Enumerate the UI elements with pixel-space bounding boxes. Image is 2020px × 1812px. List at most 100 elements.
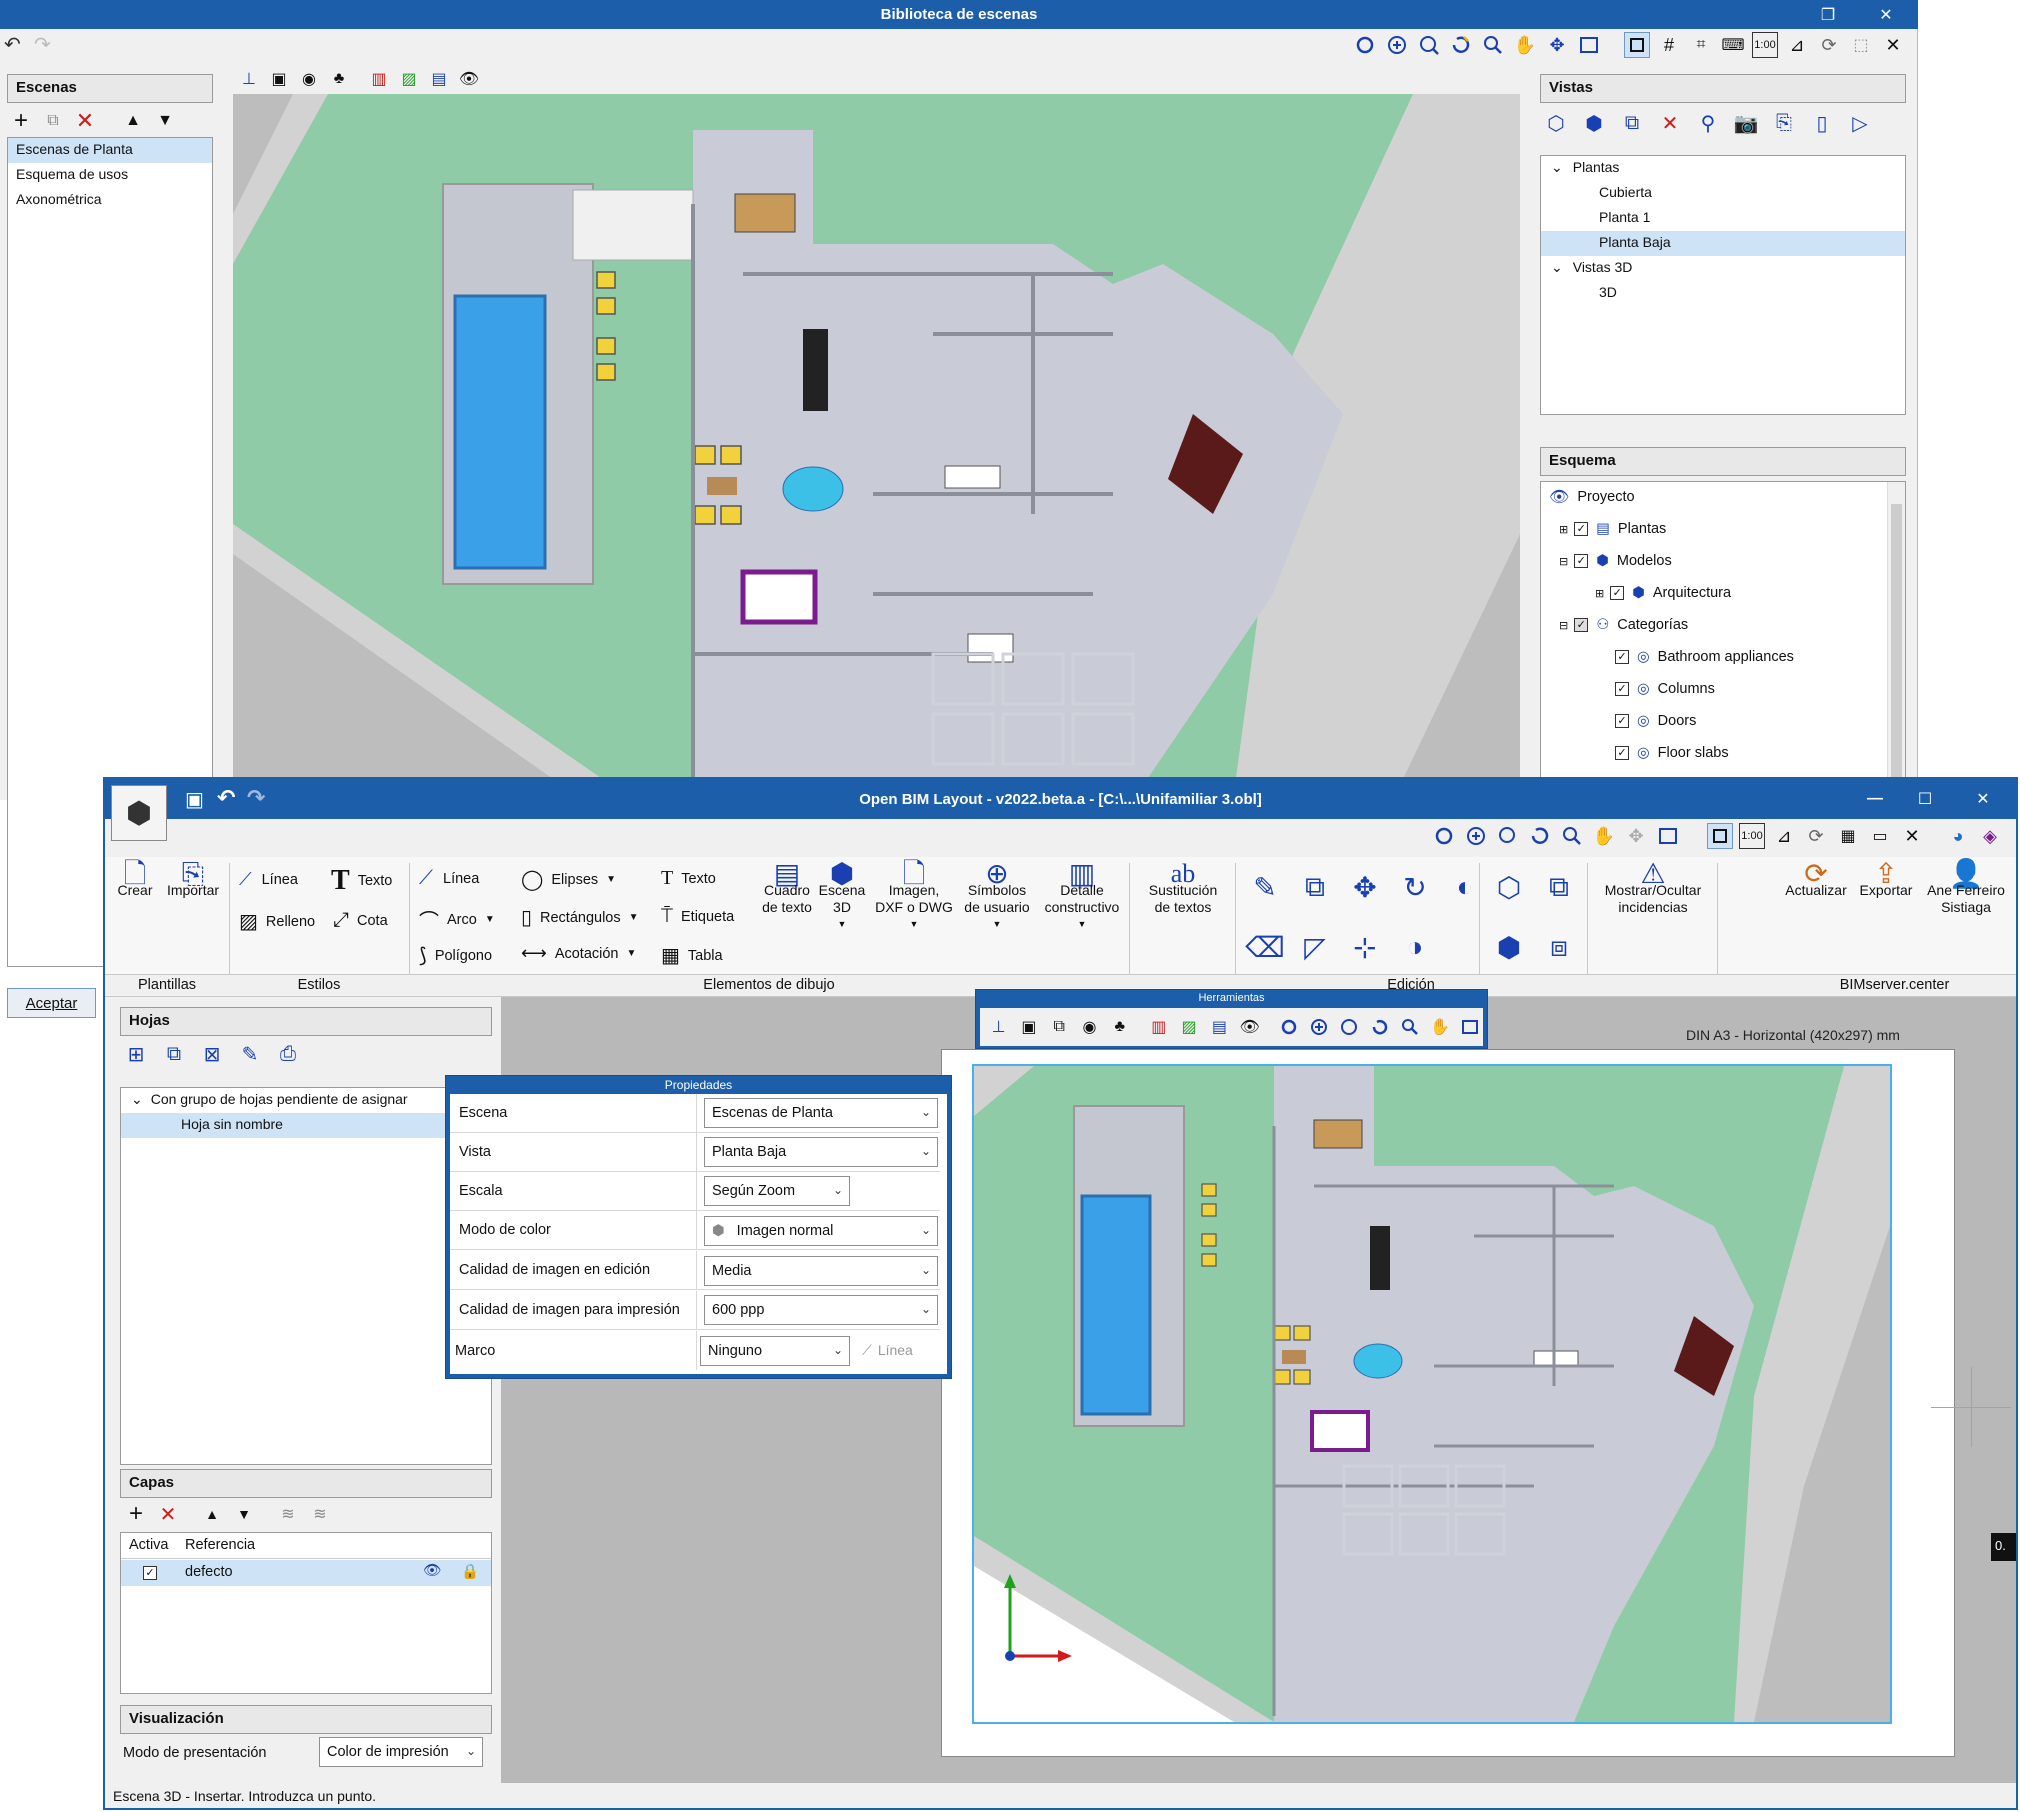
escena-select[interactable]: Escenas de Planta ⌄ xyxy=(704,1098,938,1128)
schema-root[interactable]: 👁 Proyecto xyxy=(1549,485,1635,509)
cube-view-icon[interactable]: ▣ xyxy=(266,66,292,92)
globe-icon[interactable]: ◕ xyxy=(1945,823,1971,849)
zoom-all-icon[interactable] xyxy=(1463,823,1489,849)
sheet-group[interactable]: ⌄ Con grupo de hojas pendiente de asignar xyxy=(121,1088,491,1113)
actualizar-button[interactable]: ⟳ Actualizar xyxy=(1781,860,1851,899)
escena-3d-button[interactable]: ⬢ Escena 3D ▼ xyxy=(817,860,867,933)
move-points-icon[interactable]: ⊹ xyxy=(1345,927,1385,967)
tools-icon[interactable]: ✕ xyxy=(1899,823,1925,849)
pan-hand-icon[interactable]: ✋ xyxy=(1512,32,1538,58)
scale-icon[interactable]: 1:00 xyxy=(1739,823,1765,849)
delete-sheet-icon[interactable]: ⊠ xyxy=(199,1041,225,1067)
angle-icon[interactable]: ⊿ xyxy=(1784,32,1810,58)
send-back-icon[interactable]: ⧈ xyxy=(1539,927,1579,967)
section-green-icon[interactable]: ▨ xyxy=(1176,1014,1201,1040)
eye-hide-icon[interactable]: 👁 xyxy=(1237,1014,1262,1040)
undo-icon[interactable]: ↶ xyxy=(4,32,21,57)
tree-node-3d[interactable]: 3D xyxy=(1541,281,1905,306)
tree-node-planta-1[interactable]: Planta 1 xyxy=(1541,206,1905,231)
rotate-icon[interactable]: ⟳ xyxy=(1816,32,1842,58)
duplicate-scene-icon[interactable]: ⧉ xyxy=(40,108,66,134)
copy-view-icon[interactable]: ⧉ xyxy=(1619,110,1645,136)
marco-select[interactable]: Ninguno ⌄ xyxy=(700,1336,850,1366)
schema-item-category[interactable]: ✓ ◎ Bathroom appliances xyxy=(1615,645,1794,669)
schema-item-plantas[interactable]: ⊞ ✓ ▤ Plantas xyxy=(1559,517,1666,541)
orbit-icon[interactable] xyxy=(1276,1014,1301,1040)
draw-texto-button[interactable]: T Texto xyxy=(661,867,716,890)
eraser-icon[interactable]: ⌫ xyxy=(1245,927,1285,967)
checkbox[interactable]: ✓ xyxy=(1574,522,1589,536)
schema-item-categorias[interactable]: ⊟ ✓ ⚇ Categorías xyxy=(1559,613,1688,637)
calendar-icon[interactable]: ▦ xyxy=(1835,823,1861,849)
style-relleno-button[interactable]: ▨ Relleno xyxy=(239,909,315,934)
fit-view-icon[interactable] xyxy=(1458,1014,1483,1040)
add-scene-icon[interactable]: + xyxy=(8,107,34,134)
new-view-icon[interactable]: ⬡ xyxy=(1543,110,1569,136)
pan-hand-icon[interactable]: ✋ xyxy=(1428,1014,1453,1040)
camera-person-icon[interactable]: ⚲ xyxy=(1695,110,1721,136)
redo-icon[interactable]: ↷ xyxy=(34,32,51,57)
frame-icon[interactable] xyxy=(1624,32,1650,58)
print-icon[interactable]: ⎙ xyxy=(275,1041,301,1067)
zoom-all-icon[interactable] xyxy=(1384,32,1410,58)
checkbox[interactable]: ✓ xyxy=(1615,746,1629,760)
draw-elipses-button[interactable]: ◯ Elipses ▼ xyxy=(521,867,616,892)
select-box-icon[interactable]: ⬚ xyxy=(1848,32,1874,58)
fit-view-icon[interactable] xyxy=(1576,32,1602,58)
keyboard-icon[interactable]: ⌨ xyxy=(1720,32,1746,58)
calidad-impresion-select[interactable]: 600 ppp ⌄ xyxy=(704,1295,938,1325)
schema-item-category[interactable]: ✓ ◎ Doors xyxy=(1615,709,1696,733)
draw-poligono-button[interactable]: ⟆ Polígono xyxy=(419,943,492,968)
draw-acotacion-button[interactable]: ⟷ Acotación ▼ xyxy=(521,943,636,964)
draw-tabla-button[interactable]: ▦ Tabla xyxy=(661,943,723,968)
comment-icon[interactable]: ▭ xyxy=(1867,823,1893,849)
section-green-icon[interactable]: ▨ xyxy=(396,66,422,92)
table-row[interactable]: ✓ defecto 👁 🔒 xyxy=(121,1560,491,1586)
snap-icon[interactable]: ⌗ xyxy=(1688,32,1714,58)
schema-item-arquitectura[interactable]: ⊞ ✓ ⬢ Arquitectura xyxy=(1595,581,1731,605)
crear-button[interactable]: 🗋 Crear xyxy=(113,860,157,899)
axes-icon[interactable]: ⊥ xyxy=(986,1014,1011,1040)
edit-sheet-icon[interactable]: ✎ xyxy=(237,1041,263,1067)
minimize-icon[interactable]: — xyxy=(1855,779,1895,819)
schema-item-modelos[interactable]: ⊟ ✓ ⬢ Modelos xyxy=(1559,549,1672,573)
scene-viewport[interactable] xyxy=(233,94,1520,800)
app-logo-icon[interactable]: ⬢ xyxy=(111,785,167,841)
section-blue-icon[interactable]: ▤ xyxy=(426,66,452,92)
book-play-icon[interactable]: ▷ xyxy=(1847,110,1873,136)
photo-icon[interactable]: 📷 xyxy=(1733,110,1759,136)
add-layer-icon[interactable]: + xyxy=(123,1500,149,1527)
zoom-icon[interactable] xyxy=(1559,823,1585,849)
bring-front-icon[interactable]: ⧉ xyxy=(1539,867,1579,907)
rotate-icon[interactable]: ↻ xyxy=(1395,867,1435,907)
stretch-icon[interactable]: ◸ xyxy=(1295,927,1335,967)
bimserver-icon[interactable]: ◈ xyxy=(1977,823,2003,849)
group-icon[interactable]: ⬡ xyxy=(1489,867,1529,907)
checkbox[interactable]: ✓ xyxy=(1615,650,1629,664)
orbit-icon[interactable] xyxy=(1352,32,1378,58)
zoom-window-icon[interactable] xyxy=(1416,32,1442,58)
tree-node-vistas-3d[interactable]: ⌄ Vistas 3D xyxy=(1541,256,1905,281)
escala-select[interactable]: Según Zoom ⌄ xyxy=(704,1176,850,1206)
refresh-icon[interactable] xyxy=(1448,32,1474,58)
presentation-mode-select[interactable]: Color de impresión ⌄ xyxy=(319,1737,483,1767)
draw-rectangulos-button[interactable]: ▯ Rectángulos ▼ xyxy=(521,905,639,930)
move-icon[interactable]: ✥ xyxy=(1345,867,1385,907)
angle-icon[interactable]: ⊿ xyxy=(1771,823,1797,849)
zoom-window-icon[interactable] xyxy=(1337,1014,1362,1040)
photo-search-icon[interactable]: ⎘ xyxy=(1771,110,1797,136)
checkbox[interactable]: ✓ xyxy=(1610,586,1625,600)
viewport-frame[interactable] xyxy=(972,1064,1892,1724)
section-red-icon[interactable]: ▥ xyxy=(366,66,392,92)
draw-linea-button[interactable]: ⟋ Línea xyxy=(419,867,479,890)
style-texto-button[interactable]: T Texto xyxy=(331,865,392,897)
move-up-icon[interactable]: ▲ xyxy=(199,1501,225,1527)
exportar-button[interactable]: ⇪ Exportar xyxy=(1853,860,1919,899)
delete-scene-icon[interactable]: ✕ xyxy=(72,108,98,134)
redo-icon[interactable]: ↷ xyxy=(247,785,265,811)
add-sheet-icon[interactable]: ⊞ xyxy=(123,1041,149,1067)
close-icon[interactable]: ✕ xyxy=(1866,0,1906,29)
cube-view-icon[interactable]: ▣ xyxy=(1016,1014,1041,1040)
pencil-icon[interactable]: ✎ xyxy=(1245,867,1285,907)
ungroup-icon[interactable]: ⬢ xyxy=(1489,927,1529,967)
